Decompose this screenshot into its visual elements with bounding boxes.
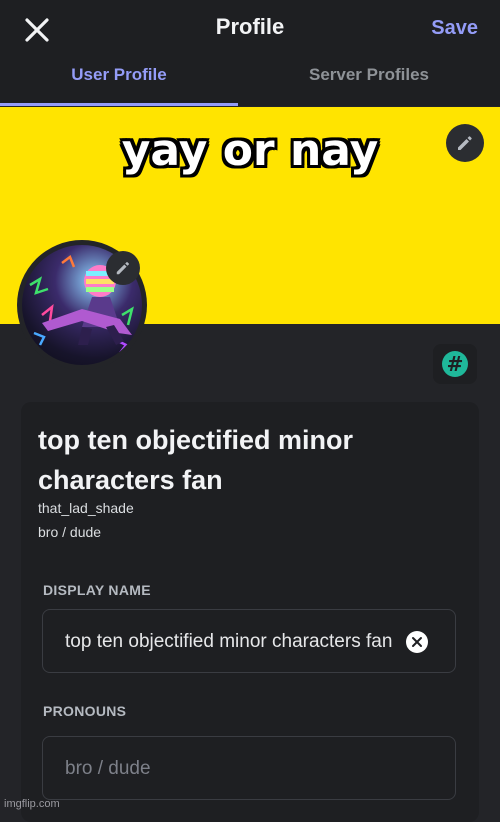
pronouns-label: PRONOUNS [43, 703, 127, 719]
display-name-value: top ten objectified minor characters fan [65, 631, 393, 652]
active-tab-indicator [0, 103, 238, 106]
profile-display-name: top ten objectified minor characters fan [38, 425, 353, 495]
profile-username: that_lad_shade [38, 500, 134, 516]
hashtag-button[interactable]: # [433, 344, 477, 384]
watermark: imgflip.com [4, 798, 60, 810]
display-name-field[interactable]: top ten objectified minor characters fan [42, 609, 456, 673]
save-button[interactable]: Save [431, 17, 478, 40]
hashtag-icon: # [442, 351, 468, 377]
edit-banner-button[interactable] [446, 124, 484, 162]
tab-user-profile[interactable]: User Profile [0, 65, 238, 85]
pronouns-placeholder: bro / dude [65, 758, 151, 779]
display-name-label: DISPLAY NAME [43, 582, 151, 598]
tab-server-profiles[interactable]: Server Profiles [238, 65, 500, 85]
profile-pronouns: bro / dude [38, 524, 102, 540]
pencil-icon [458, 136, 472, 150]
clear-display-name-button[interactable] [406, 631, 428, 653]
clear-icon [412, 637, 422, 647]
pencil-icon [116, 262, 129, 275]
page-title: Profile [215, 14, 285, 39]
edit-avatar-button[interactable] [106, 251, 140, 285]
pronouns-field[interactable]: bro / dude [42, 736, 456, 800]
banner-caption: yay or nay [121, 125, 379, 176]
